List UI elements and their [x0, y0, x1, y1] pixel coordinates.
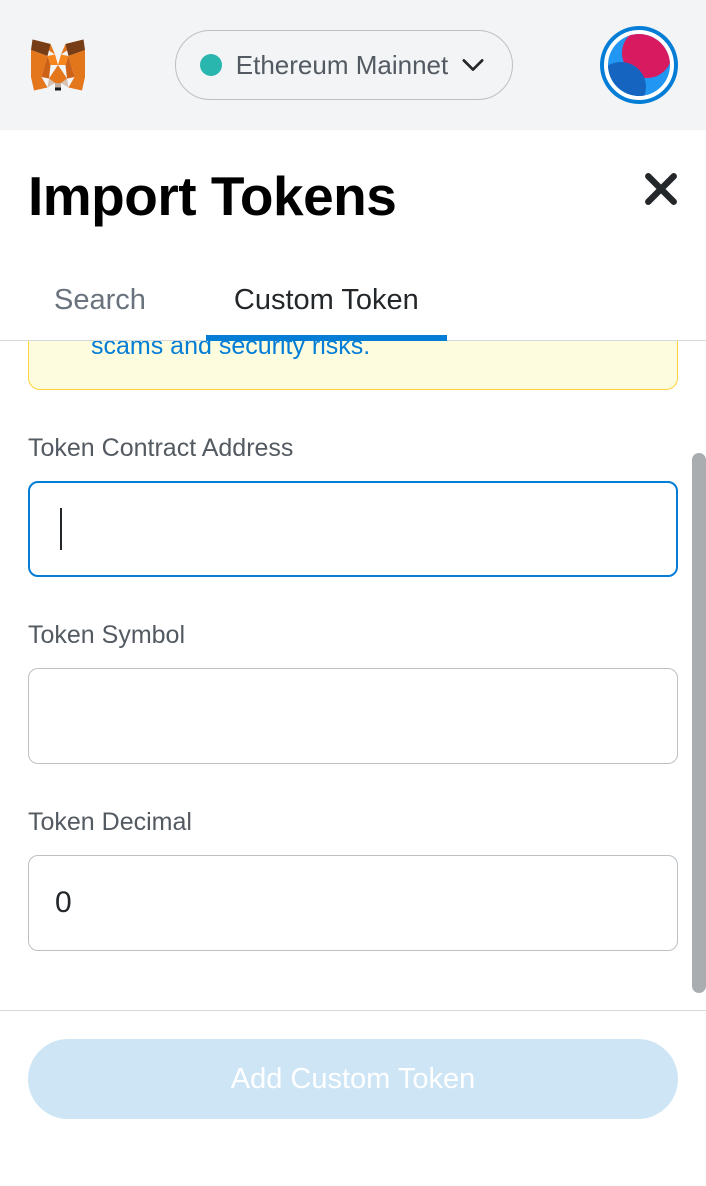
footer: Add Custom Token [0, 1011, 706, 1119]
tab-custom-token[interactable]: Custom Token [206, 284, 447, 341]
page-title: Import Tokens [28, 164, 396, 228]
input-token-symbol[interactable] [28, 668, 678, 764]
network-status-dot-icon [200, 54, 222, 76]
scams-security-link[interactable]: scams and security risks. [91, 341, 370, 360]
text-cursor-icon [60, 508, 62, 550]
label-token-symbol: Token Symbol [28, 621, 678, 650]
tabs: Search Custom Token [0, 284, 706, 341]
warning-banner: fake versions of existing tokens. Learn … [28, 341, 678, 390]
account-avatar[interactable] [600, 26, 678, 104]
add-custom-token-button[interactable]: Add Custom Token [28, 1039, 678, 1119]
network-selector[interactable]: Ethereum Mainnet [175, 30, 513, 100]
input-contract-address[interactable] [28, 481, 678, 577]
field-token-decimal: Token Decimal [28, 808, 678, 951]
close-button[interactable] [644, 164, 678, 214]
field-contract-address: Token Contract Address [28, 434, 678, 577]
scrollbar-thumb[interactable] [692, 453, 706, 993]
title-row: Import Tokens [0, 130, 706, 228]
network-label: Ethereum Mainnet [236, 50, 448, 81]
chevron-down-icon [462, 58, 484, 72]
app-header: Ethereum Mainnet [0, 0, 706, 130]
tab-search[interactable]: Search [0, 284, 206, 340]
label-contract-address: Token Contract Address [28, 434, 678, 463]
label-token-decimal: Token Decimal [28, 808, 678, 837]
form-scroll-area: fake versions of existing tokens. Learn … [0, 341, 706, 1011]
jazzicon-icon [608, 34, 670, 96]
field-token-symbol: Token Symbol [28, 621, 678, 764]
close-icon [644, 172, 678, 206]
input-token-decimal[interactable] [28, 855, 678, 951]
metamask-fox-logo [28, 35, 88, 95]
